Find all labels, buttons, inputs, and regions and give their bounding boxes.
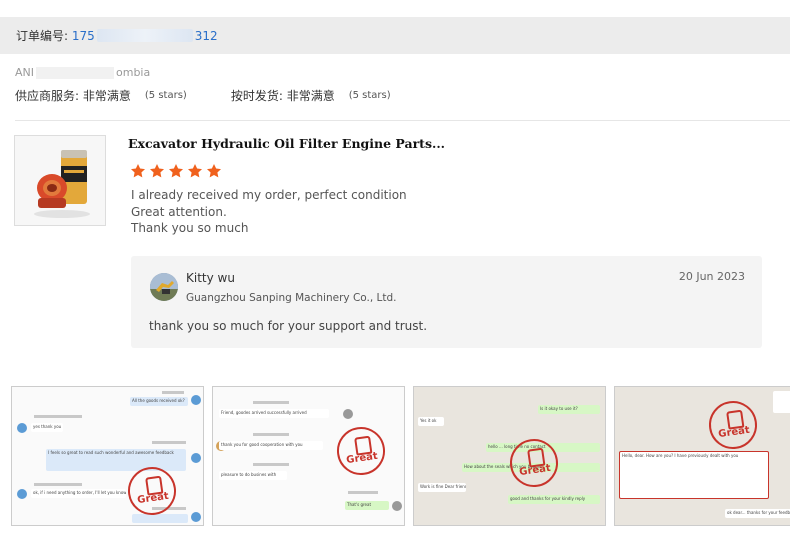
masked-buyer-name [36, 66, 114, 79]
chat-bubble: thank you for good cooperation with you [219, 441, 323, 450]
chat-bubble: Hello, dear. How are you? I have previou… [619, 451, 769, 499]
reply-text: thank you so much for your support and t… [149, 319, 428, 333]
buyer-info: ANI ombia [15, 66, 150, 79]
star-icon [207, 164, 221, 178]
avatar [150, 273, 178, 301]
chat-screenshot[interactable]: Friend, goodes arrived successfully arri… [212, 386, 405, 526]
star-icon [150, 164, 164, 178]
seller-name: Kitty wu [186, 271, 235, 285]
seller-reply: Kitty wu Guangzhou Sanping Machinery Co.… [131, 256, 762, 348]
shipping-value: 非常满意 [286, 89, 335, 103]
seller-company: Guangzhou Sanping Machinery Co., Ltd. [186, 292, 397, 304]
chat-screenshot[interactable]: Is it okay to use it? Yes it ok hello ..… [413, 386, 606, 526]
buyer-country-suffix: ombia [116, 66, 151, 79]
supplier-service-value: 非常满意 [82, 89, 131, 103]
shipping-label: 按时发货: [230, 89, 283, 103]
chat-bubble: All the goods received ok? [130, 397, 188, 406]
chat-bubble: Work is fine Dear friend [418, 483, 466, 492]
chat-screenshot[interactable]: Hello, dear. How are you? I have previou… [614, 386, 790, 526]
order-number-bar: 订单编号: 175 312 [0, 17, 790, 54]
star-rating [130, 163, 222, 179]
chat-bubble: That's great [345, 501, 389, 510]
star-icon [169, 164, 183, 178]
supplier-service-stars: (5 stars) [144, 90, 187, 101]
chat-bubble: ok, if i need anything to order, I'll le… [31, 489, 126, 498]
reply-date: 20 Jun 2023 [678, 270, 745, 283]
great-stamp-icon: Great [333, 423, 389, 479]
star-icon [188, 164, 202, 178]
star-icon [131, 164, 145, 178]
chat-bubble: Friend, goodes arrived successfully arri… [219, 409, 329, 418]
buyer-name-prefix: ANI [15, 66, 34, 79]
chat-bubble: pleasure to do busines with [219, 471, 287, 480]
chat-bubble: ok dear... thanks for your feedback [725, 509, 790, 518]
review-text-line: I already received my order, perfect con… [131, 188, 407, 202]
chat-screenshot[interactable]: All the goods received ok? yes thank you… [11, 386, 204, 526]
review-text-line: Great attention. [131, 205, 227, 219]
divider [15, 120, 790, 121]
great-stamp-icon: Great [705, 397, 761, 453]
masked-order-digits [96, 29, 193, 42]
chat-bubble: yes thank you [31, 423, 63, 432]
chat-bubble: Yes it ok [418, 417, 444, 426]
service-ratings: 供应商服务: 非常满意 (5 stars) 按时发货: 非常满意 (5 star… [15, 87, 391, 104]
order-number-label: 订单编号: [16, 29, 69, 43]
chat-bubble: I feels so great to read such wonderful … [46, 449, 186, 471]
attached-screenshots: All the goods received ok? yes thank you… [11, 386, 790, 526]
product-thumbnail[interactable] [14, 135, 106, 226]
chat-bubble: Is it okay to use it? [538, 405, 600, 414]
order-number-prefix[interactable]: 175 [72, 29, 95, 43]
order-number-suffix[interactable]: 312 [195, 29, 218, 43]
product-title[interactable]: Excavator Hydraulic Oil Filter Engine Pa… [128, 136, 445, 151]
shipping-stars: (5 stars) [348, 90, 391, 101]
review-text-line: Thank you so much [131, 221, 249, 235]
chat-bubble: good and thanks for your kindly reply [508, 495, 600, 504]
supplier-service-label: 供应商服务: [15, 89, 80, 103]
